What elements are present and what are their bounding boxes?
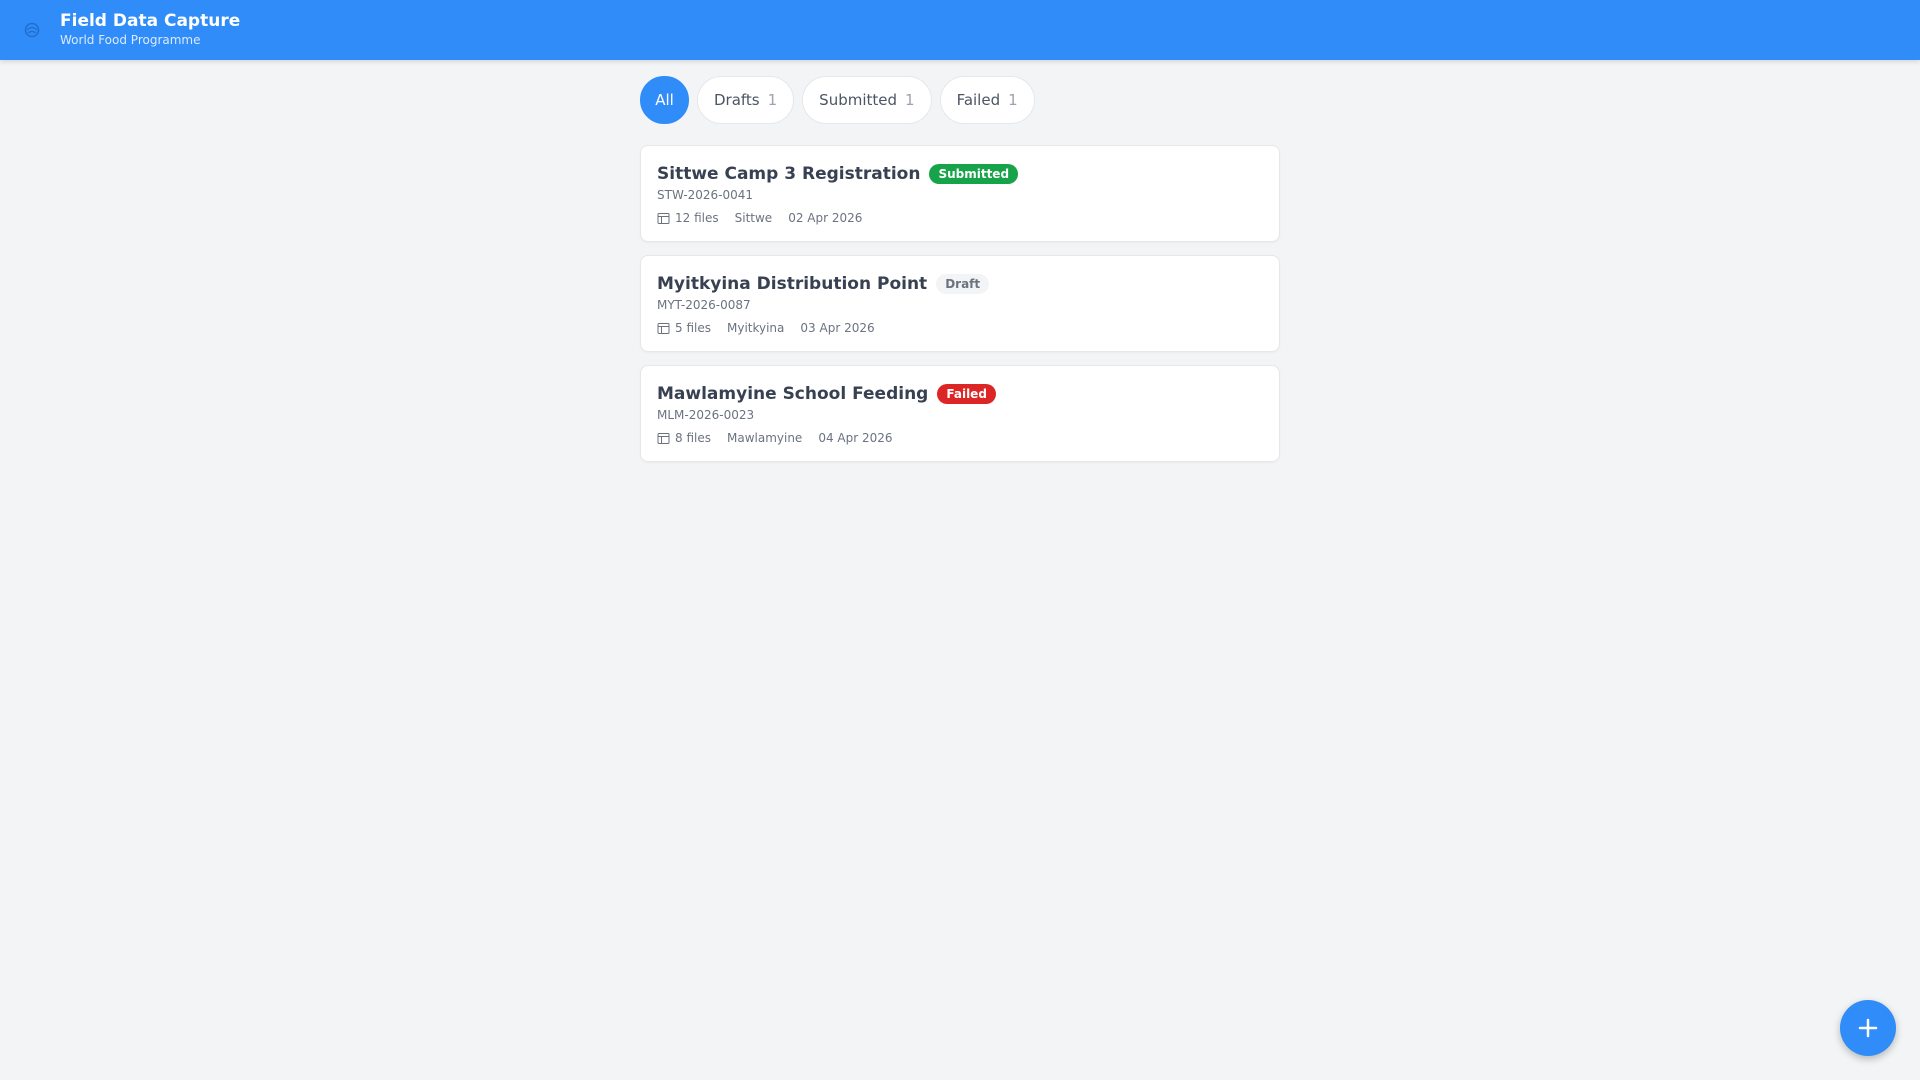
record-files: 5 files bbox=[657, 321, 711, 335]
app-header: Field Data Capture World Food Programme bbox=[0, 0, 1920, 60]
files-icon bbox=[657, 322, 670, 334]
filter-tab-label: Submitted bbox=[819, 91, 898, 109]
app-title: Field Data Capture bbox=[60, 11, 241, 31]
record-location: Sittwe bbox=[734, 211, 773, 225]
filter-tab-submitted[interactable]: Submitted 1 bbox=[802, 76, 932, 124]
status-badge: Failed bbox=[937, 384, 996, 404]
record-card[interactable]: Sittwe Camp 3 Registration Submitted STW… bbox=[640, 145, 1280, 242]
filter-tab-label: Failed bbox=[956, 91, 1001, 109]
wfp-globe-icon bbox=[24, 22, 40, 38]
status-filter-tabs: All Drafts 1 Submitted 1 Failed 1 bbox=[640, 76, 1035, 124]
record-card[interactable]: Myitkyina Distribution Point Draft MYT-2… bbox=[640, 255, 1280, 352]
plus-icon bbox=[1858, 1018, 1878, 1038]
record-list: Sittwe Camp 3 Registration Submitted STW… bbox=[640, 145, 1280, 475]
record-card[interactable]: Mawlamyine School Feeding Failed MLM-202… bbox=[640, 365, 1280, 462]
status-badge: Submitted bbox=[929, 164, 1019, 184]
filter-tab-label: All bbox=[655, 91, 674, 109]
record-title: Mawlamyine School Feeding bbox=[657, 384, 929, 404]
filter-tab-drafts[interactable]: Drafts 1 bbox=[697, 76, 795, 124]
record-files-count: 8 files bbox=[675, 431, 711, 445]
files-icon bbox=[657, 432, 670, 444]
record-files-count: 12 files bbox=[675, 211, 719, 225]
files-icon bbox=[657, 212, 670, 224]
app-subtitle: World Food Programme bbox=[60, 33, 201, 47]
filter-tab-label: Drafts bbox=[714, 91, 760, 109]
record-files: 12 files bbox=[657, 211, 719, 225]
filter-tab-count: 1 bbox=[905, 91, 915, 109]
record-id: MLM-2026-0023 bbox=[657, 408, 755, 422]
filter-tab-all[interactable]: All bbox=[640, 76, 689, 124]
status-badge: Draft bbox=[936, 274, 990, 294]
filter-tab-count: 1 bbox=[767, 91, 778, 109]
record-id: MYT-2026-0087 bbox=[657, 298, 751, 312]
record-files: 8 files bbox=[657, 431, 711, 445]
record-id: STW-2026-0041 bbox=[657, 188, 754, 202]
record-files-count: 5 files bbox=[675, 321, 711, 335]
record-date: 04 Apr 2026 bbox=[818, 431, 893, 445]
filter-tab-count: 1 bbox=[1008, 91, 1018, 109]
record-title: Sittwe Camp 3 Registration bbox=[657, 164, 921, 184]
record-title: Myitkyina Distribution Point bbox=[657, 274, 928, 294]
add-record-button[interactable] bbox=[1840, 1000, 1896, 1056]
record-date: 03 Apr 2026 bbox=[800, 321, 875, 335]
record-location: Mawlamyine bbox=[726, 431, 803, 445]
record-location: Myitkyina bbox=[726, 321, 785, 335]
filter-tab-failed[interactable]: Failed 1 bbox=[939, 76, 1035, 124]
app-title-block: Field Data Capture World Food Programme bbox=[60, 11, 240, 48]
record-date: 02 Apr 2026 bbox=[788, 211, 863, 225]
